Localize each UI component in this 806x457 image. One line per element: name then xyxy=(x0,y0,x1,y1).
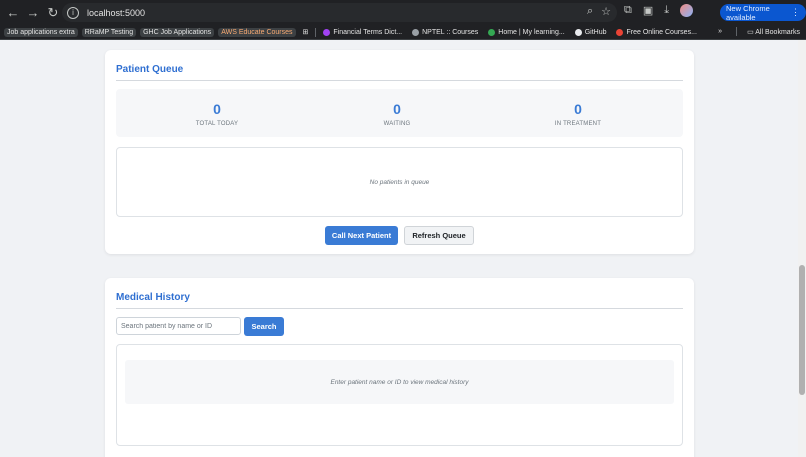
update-label: New Chrome available xyxy=(726,3,770,22)
queue-stats: 0 TOTAL TODAY 0 WAITING 0 IN TREATMENT xyxy=(116,89,683,137)
history-placeholder-panel: Enter patient name or ID to view medical… xyxy=(125,360,674,404)
bookmark-item[interactable]: Home | My learning... xyxy=(485,28,567,37)
bookmark-item[interactable]: Job applications extra xyxy=(4,27,78,37)
queue-empty-message: No patients in queue xyxy=(369,178,430,186)
bookmark-label: Free Online Courses... xyxy=(626,28,697,36)
back-arrow-icon[interactable]: ← xyxy=(4,4,22,22)
bookmark-favicon xyxy=(616,28,624,36)
queue-list: No patients in queue xyxy=(116,147,683,217)
stat-waiting: 0 WAITING xyxy=(327,101,467,127)
menu-dots-icon[interactable]: ⋮ xyxy=(791,7,800,18)
site-info-icon[interactable]: i xyxy=(67,6,79,19)
browser-toolbar: ← → ↻ i localhost:5000 ⌕ ☆ ⧉ ▣ ⤓ New Chr… xyxy=(0,0,806,25)
address-bar[interactable]: i localhost:5000 ⌕ ☆ xyxy=(62,3,617,22)
update-chrome-button[interactable]: New Chrome available ⋮ xyxy=(720,3,806,22)
call-next-patient-button[interactable]: Call Next Patient xyxy=(325,226,398,245)
github-icon xyxy=(574,28,582,36)
page-scrollbar[interactable] xyxy=(798,40,806,457)
reload-icon[interactable]: ↻ xyxy=(44,4,62,22)
star-icon[interactable]: ☆ xyxy=(601,5,611,18)
medical-history-card: Medical History Search Enter patient nam… xyxy=(105,278,694,457)
stat-total-today: 0 TOTAL TODAY xyxy=(147,101,287,127)
bookmark-label: GitHub xyxy=(584,28,607,36)
bookmark-item[interactable]: Free Online Courses... xyxy=(613,28,699,37)
bookmark-favicon xyxy=(412,28,420,36)
bookmark-item[interactable]: RRaMP Testing xyxy=(81,27,137,37)
bookmark-item[interactable]: Financial Terms Dict... xyxy=(320,28,405,37)
bookmarks-bar: Job applications extra RRaMP Testing GHC… xyxy=(0,25,806,40)
bookmark-separator xyxy=(736,27,738,36)
stat-label: WAITING xyxy=(383,121,411,127)
stat-label: IN TREATMENT xyxy=(554,121,602,127)
patient-queue-card: Patient Queue 0 TOTAL TODAY 0 WAITING 0 … xyxy=(105,50,694,254)
divider xyxy=(116,80,683,81)
stat-label: TOTAL TODAY xyxy=(195,121,239,127)
stat-value: 0 xyxy=(213,101,221,117)
extensions-icon[interactable]: ⧉ xyxy=(624,4,632,17)
forward-arrow-icon[interactable]: → xyxy=(24,4,42,22)
refresh-queue-button[interactable]: Refresh Queue xyxy=(404,226,474,245)
bookmark-favicon xyxy=(323,28,331,36)
bookmark-label: NPTEL :: Courses xyxy=(422,28,479,36)
bookmark-label: Financial Terms Dict... xyxy=(333,28,403,36)
folder-icon: ▭ xyxy=(747,28,754,36)
scrollbar-thumb[interactable] xyxy=(799,265,805,395)
bookmark-item[interactable]: GitHub xyxy=(572,28,610,37)
patient-search-input[interactable] xyxy=(116,317,241,335)
history-empty-message: Enter patient name or ID to view medical… xyxy=(330,378,469,386)
bookmarks-overflow-icon[interactable]: » xyxy=(718,28,722,35)
divider xyxy=(116,308,683,309)
apps-grid-icon[interactable]: ⊞ xyxy=(300,27,312,37)
history-results: Enter patient name or ID to view medical… xyxy=(116,344,683,446)
bookmark-item[interactable]: AWS Educate Courses xyxy=(218,27,296,37)
all-bookmarks-label: All Bookmarks xyxy=(755,28,800,36)
medical-history-title: Medical History xyxy=(116,292,190,303)
search-button[interactable]: Search xyxy=(244,317,284,336)
media-icon[interactable]: ▣ xyxy=(643,4,653,17)
profile-avatar[interactable] xyxy=(680,4,694,17)
bookmark-item[interactable]: NPTEL :: Courses xyxy=(409,28,481,37)
stat-value: 0 xyxy=(393,101,401,117)
stat-in-treatment: 0 IN TREATMENT xyxy=(508,101,648,127)
patient-queue-title: Patient Queue xyxy=(116,64,184,75)
page-viewport: Patient Queue 0 TOTAL TODAY 0 WAITING 0 … xyxy=(0,40,798,457)
bookmark-separator xyxy=(315,27,317,37)
bookmark-item[interactable]: GHC Job Applications xyxy=(140,27,215,37)
all-bookmarks-button[interactable]: ▭ All Bookmarks xyxy=(747,28,800,36)
url-text[interactable]: localhost:5000 xyxy=(87,8,145,18)
bookmark-favicon xyxy=(488,28,496,36)
zoom-icon[interactable]: ⌕ xyxy=(587,5,593,18)
stat-value: 0 xyxy=(574,101,582,117)
bookmark-label: Home | My learning... xyxy=(498,28,565,36)
download-icon[interactable]: ⤓ xyxy=(664,4,669,17)
